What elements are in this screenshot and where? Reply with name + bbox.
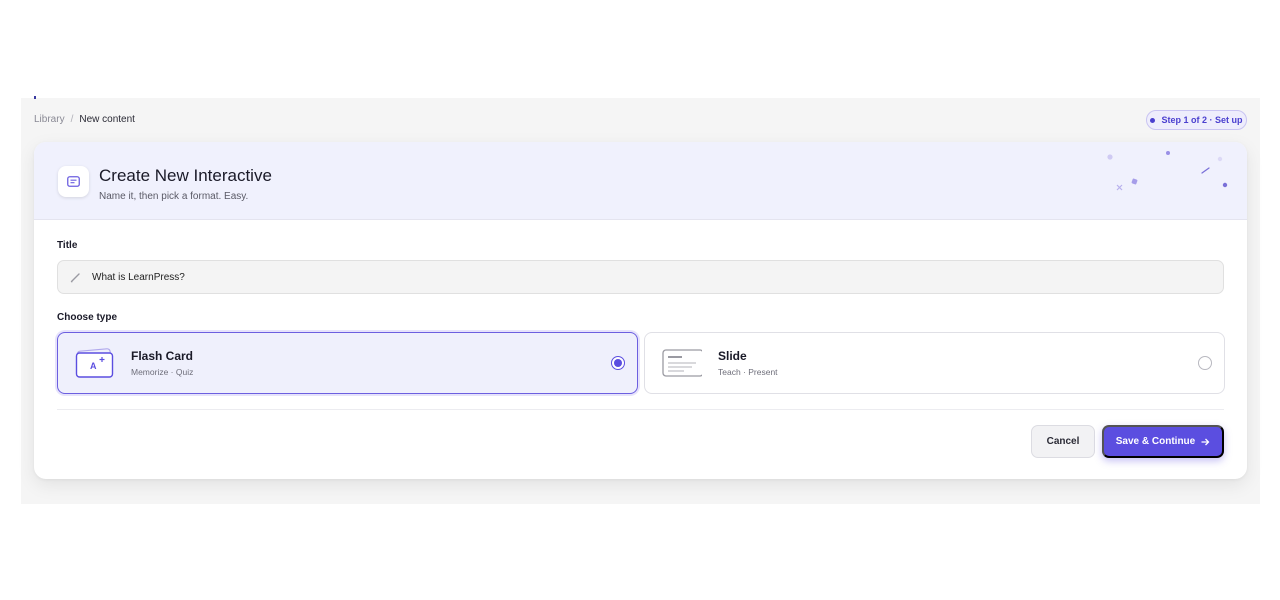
step-badge: Step 1 of 2 · Set up — [1146, 110, 1247, 130]
breadcrumb: Library / New content — [34, 114, 135, 125]
flash-card-radio[interactable] — [611, 356, 625, 370]
confetti-decoration-icon — [1107, 151, 1228, 191]
breadcrumb-current: New content — [79, 114, 135, 125]
slide-icon — [662, 349, 702, 377]
choose-type-label: Choose type — [57, 312, 118, 323]
flash-card-name: Flash Card — [131, 349, 194, 363]
step-badge-label: Step 1 of 2 · Set up — [1161, 115, 1243, 125]
arrow-right-icon — [1201, 438, 1210, 445]
slide-name: Slide — [718, 349, 747, 363]
card-header: Create New Interactive Name it, then pic… — [34, 142, 1247, 220]
page-subtitle: Name it, then pick a format. Easy. — [99, 191, 249, 202]
save-continue-label: Save & Continue — [1115, 436, 1196, 447]
create-interactive-card: Create New Interactive Name it, then pic… — [34, 142, 1247, 479]
title-value[interactable]: What is LearnPress? — [92, 272, 185, 283]
type-option-slide[interactable]: Slide Teach · Present — [644, 332, 1225, 394]
card-icon — [58, 166, 89, 197]
top-indicator — [34, 96, 36, 99]
divider — [57, 409, 1224, 410]
title-label: Title — [57, 240, 78, 251]
slide-radio[interactable] — [1198, 356, 1212, 370]
breadcrumb-library[interactable]: Library — [34, 114, 65, 125]
flash-card-icon: A — [75, 348, 114, 378]
cancel-button[interactable]: Cancel — [1031, 425, 1095, 458]
step-dot — [1150, 117, 1156, 123]
page-title: Create New Interactive — [99, 166, 272, 185]
pencil-icon — [70, 271, 82, 283]
slide-desc: Teach · Present — [718, 367, 778, 377]
type-option-flash-card[interactable]: A Flash Card Memorize · Quiz — [57, 332, 638, 394]
flash-card-desc: Memorize · Quiz — [131, 367, 194, 377]
save-continue-button[interactable]: Save & Continue — [1102, 425, 1224, 458]
breadcrumb-separator: / — [70, 114, 74, 125]
title-field[interactable]: What is LearnPress? — [57, 260, 1224, 294]
svg-text:A: A — [90, 361, 97, 371]
